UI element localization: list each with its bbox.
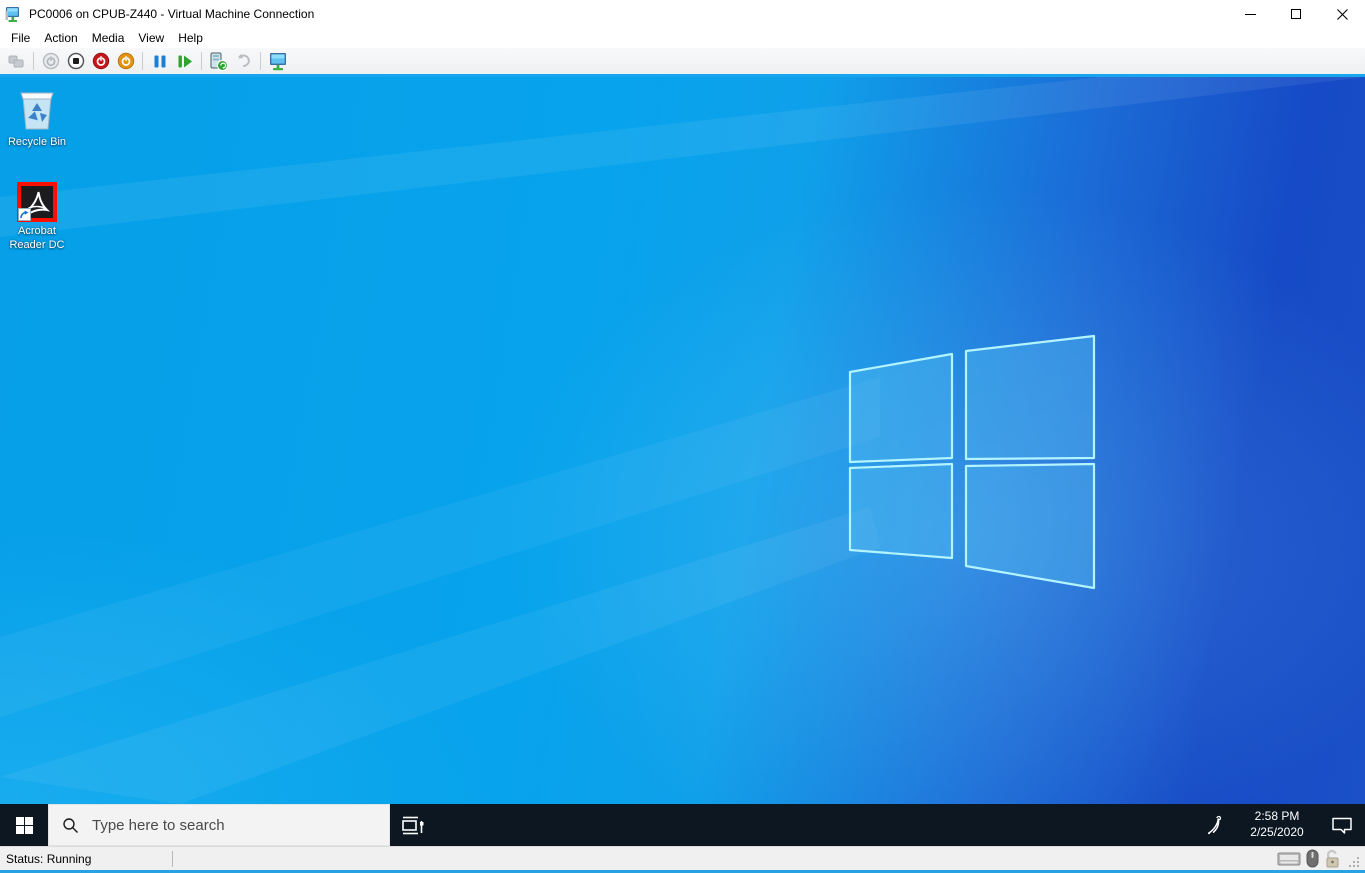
wallpaper-light-rays [0, 77, 1365, 804]
toolbar-separator [33, 52, 34, 70]
menu-view[interactable]: View [131, 29, 171, 47]
taskbar-tray: 2:58 PM 2/25/2020 [1195, 804, 1365, 846]
checkpoint-button[interactable] [207, 50, 230, 72]
menu-media[interactable]: Media [85, 29, 132, 47]
title-bar: PC0006 on CPUB-Z440 - Virtual Machine Co… [0, 0, 1365, 28]
vm-connection-window: PC0006 on CPUB-Z440 - Virtual Machine Co… [0, 0, 1365, 873]
menu-help[interactable]: Help [171, 29, 210, 47]
reset-icon [177, 54, 193, 69]
minimize-icon [1245, 14, 1256, 15]
mouse-icon [1306, 849, 1319, 868]
statusbar-separator [172, 851, 173, 867]
search-icon [62, 817, 79, 834]
status-bar: Status: Running [0, 846, 1365, 870]
window-controls [1227, 0, 1365, 28]
save-icon [117, 52, 135, 70]
windows-logo [850, 336, 1094, 588]
revert-icon [235, 53, 252, 69]
windows-start-icon [16, 817, 33, 834]
save-button[interactable] [114, 50, 137, 72]
window-title: PC0006 on CPUB-Z440 - Virtual Machine Co… [29, 7, 314, 21]
revert-button [232, 50, 255, 72]
reset-button[interactable] [173, 50, 196, 72]
maximize-icon [1291, 9, 1301, 19]
toolbar-separator [142, 52, 143, 70]
vm-desktop[interactable]: Recycle Bin Acrobat Reader DC [0, 77, 1365, 804]
desktop-icon-acrobat-reader[interactable]: Acrobat Reader DC [4, 182, 70, 253]
clock-date: 2/25/2020 [1250, 825, 1303, 841]
start-menu-button[interactable] [0, 804, 48, 846]
pause-button[interactable] [148, 50, 171, 72]
close-button[interactable] [1319, 0, 1365, 28]
maximize-button[interactable] [1273, 0, 1319, 28]
close-icon [1337, 9, 1348, 20]
start-button [39, 50, 62, 72]
vm-status-text: Status: Running [0, 852, 172, 866]
ctrl-alt-delete-icon [8, 54, 25, 69]
turn-off-button[interactable] [64, 50, 87, 72]
resize-grip[interactable] [1348, 856, 1360, 868]
statusbar-tray [1277, 849, 1365, 868]
shut-down-icon [92, 52, 110, 70]
taskbar-search-input[interactable]: Type here to search [48, 804, 390, 846]
unlocked-icon [1324, 849, 1341, 868]
menu-file[interactable]: File [4, 29, 37, 47]
search-placeholder: Type here to search [92, 817, 225, 834]
menu-bar: File Action Media View Help [0, 28, 1365, 48]
shortcut-arrow-icon [18, 208, 31, 221]
action-center-button[interactable] [1319, 804, 1365, 846]
clock-time: 2:58 PM [1255, 809, 1300, 825]
enhanced-session-icon [268, 52, 288, 71]
vm-toolbar [0, 48, 1365, 74]
keyboard-icon [1277, 851, 1301, 867]
vmconnect-app-icon [5, 6, 22, 23]
enhanced-session-button[interactable] [266, 50, 289, 72]
windows-ink-icon [1205, 814, 1225, 836]
desktop-icon-recycle-bin[interactable]: Recycle Bin [4, 85, 70, 150]
start-power-icon [42, 52, 60, 70]
ctrl-alt-delete-button [5, 50, 28, 72]
acrobat-reader-icon [17, 182, 57, 222]
desktop-icon-label: Acrobat Reader DC [6, 225, 68, 253]
windows-ink-button[interactable] [1195, 804, 1235, 846]
toolbar-separator [260, 52, 261, 70]
taskbar-clock[interactable]: 2:58 PM 2/25/2020 [1235, 804, 1319, 846]
task-view-button[interactable] [390, 804, 436, 846]
shut-down-button[interactable] [89, 50, 112, 72]
minimize-button[interactable] [1227, 0, 1273, 28]
recycle-bin-icon [13, 85, 61, 133]
taskbar: Type here to search 2:58 PM 2/25/ [0, 804, 1365, 846]
pause-icon [153, 54, 167, 69]
toolbar-separator [201, 52, 202, 70]
action-center-icon [1331, 815, 1353, 835]
checkpoint-icon [209, 52, 228, 71]
turn-off-icon [67, 52, 85, 70]
menu-action[interactable]: Action [37, 29, 84, 47]
task-view-icon [400, 813, 426, 837]
desktop-icon-label: Recycle Bin [8, 136, 66, 150]
